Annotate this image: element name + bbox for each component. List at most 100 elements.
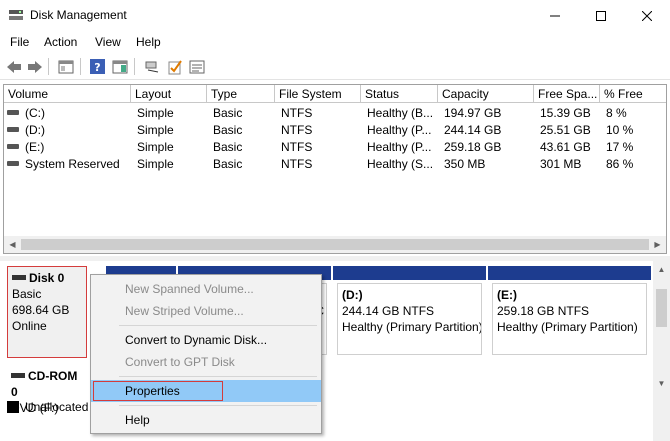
layout-cell: Simple (137, 106, 174, 120)
column-header-type[interactable]: Type (207, 85, 275, 103)
connect-button[interactable] (143, 58, 160, 75)
menu-item-help[interactable]: Help (91, 409, 321, 431)
status-cell: Healthy (S... (367, 157, 434, 171)
unallocated-label: Unallocated (25, 400, 89, 414)
legend-unallocated: Unallocated (7, 400, 88, 414)
disk-size: 698.64 GB (12, 303, 70, 317)
scrollbar-thumb[interactable] (21, 239, 649, 250)
status-cell: Healthy (P... (367, 140, 432, 154)
disk-management-icon (9, 10, 23, 20)
type-cell: Basic (213, 140, 243, 154)
horizontal-scrollbar[interactable]: ◀ ▶ (4, 236, 666, 253)
column-header-status[interactable]: Status (361, 85, 438, 103)
close-button[interactable] (624, 0, 670, 31)
table-row[interactable]: System Reserved Simple Basic NTFS Health… (4, 156, 666, 173)
partition-e-body: (E:) 259.18 GB NTFS Healthy (Primary Par… (492, 283, 647, 355)
back-button[interactable] (5, 58, 22, 75)
console-tree-icon (58, 60, 73, 73)
menu-file[interactable]: File (10, 35, 29, 49)
type-cell: Basic (213, 106, 243, 120)
layout-cell: Simple (137, 140, 174, 154)
toolbar: ? (0, 53, 670, 80)
column-header-free-space[interactable]: Free Spa... (534, 85, 600, 103)
disk-type: Basic (12, 287, 42, 301)
menu-separator (119, 376, 317, 377)
partition-d[interactable]: (D:) 244.14 GB NTFS Healthy (Primary Par… (333, 266, 486, 358)
toolbar-separator (134, 58, 135, 75)
column-header-volume[interactable]: Volume (4, 85, 131, 103)
table-row[interactable]: (E:) Simple Basic NTFS Healthy (P... 259… (4, 139, 666, 156)
menu-item-properties[interactable]: Properties (91, 380, 321, 402)
table-row[interactable]: (D:) Simple Basic NTFS Healthy (P... 244… (4, 122, 666, 139)
back-arrow-icon (6, 60, 21, 73)
partition-e[interactable]: (E:) 259.18 GB NTFS Healthy (Primary Par… (488, 266, 651, 358)
properties-icon (189, 60, 204, 73)
drive-icon (7, 161, 19, 167)
title-bar: Disk Management (0, 0, 670, 31)
svg-text:?: ? (94, 61, 100, 74)
scroll-up-icon[interactable]: ▲ (653, 261, 670, 278)
toolbar-separator (48, 58, 49, 75)
drive-icon (7, 110, 19, 116)
free-space-cell: 15.39 GB (540, 106, 591, 120)
type-cell: Basic (213, 123, 243, 137)
disk-icon (12, 274, 26, 280)
column-header-file-system[interactable]: File System (275, 85, 361, 103)
capacity-cell: 194.97 GB (444, 106, 502, 120)
partition-name: (E:) (497, 288, 517, 302)
window-title: Disk Management (30, 8, 127, 22)
maximize-icon (596, 10, 606, 21)
minimize-button[interactable] (532, 0, 578, 31)
menu-separator (119, 405, 317, 406)
percent-free-cell: 10 % (606, 123, 634, 137)
partition-status: Healthy (Primary Partition) (342, 320, 482, 334)
table-row[interactable]: (C:) Simple Basic NTFS Healthy (B... 194… (4, 105, 666, 122)
pane-icon (112, 60, 127, 73)
partition-bar (488, 266, 651, 280)
column-header-percent-free[interactable]: % Free (600, 85, 666, 103)
help-button[interactable]: ? (89, 58, 106, 75)
layout-cell: Simple (137, 157, 174, 171)
maximize-button[interactable] (578, 0, 624, 31)
volume-cell: (C:) (7, 105, 131, 122)
menu-view[interactable]: View (95, 35, 121, 49)
properties-toolbar-button[interactable] (188, 58, 205, 75)
menu-help[interactable]: Help (136, 35, 161, 49)
unallocated-swatch (7, 401, 19, 413)
partition-name: (D:) (342, 288, 363, 302)
free-space-cell: 301 MB (540, 157, 582, 171)
scroll-left-icon[interactable]: ◀ (4, 236, 21, 253)
menu-action[interactable]: Action (44, 35, 77, 49)
menu-item-new-striped-volume[interactable]: New Striped Volume... (91, 300, 321, 322)
status-cell: Healthy (B... (367, 106, 434, 120)
free-space-cell: 25.51 GB (540, 123, 591, 137)
menu-item-convert-to-dynamic-disk[interactable]: Convert to Dynamic Disk... (91, 329, 321, 351)
column-header-capacity[interactable]: Capacity (438, 85, 534, 103)
volume-list-header: Volume Layout Type File System Status Ca… (4, 85, 666, 103)
capacity-cell: 244.14 GB (444, 123, 502, 137)
status-cell: Healthy (P... (367, 123, 432, 137)
disk-status: Online (12, 319, 47, 333)
file-system-cell: NTFS (281, 106, 313, 120)
scrollbar-thumb[interactable] (656, 289, 667, 327)
forward-arrow-icon (27, 60, 42, 73)
column-header-layout[interactable]: Layout (131, 85, 207, 103)
drive-icon (7, 144, 19, 150)
menu-item-convert-to-gpt-disk[interactable]: Convert to GPT Disk (91, 351, 321, 373)
volume-cell: (D:) (7, 122, 131, 139)
menu-item-new-spanned-volume[interactable]: New Spanned Volume... (91, 278, 321, 300)
show-hide-pane-button[interactable] (111, 58, 128, 75)
volume-cell: (E:) (7, 139, 131, 156)
disk-context-menu: New Spanned Volume... New Striped Volume… (90, 274, 322, 434)
free-space-cell: 43.61 GB (540, 140, 591, 154)
check-button[interactable] (166, 58, 183, 75)
capacity-cell: 259.18 GB (444, 140, 502, 154)
forward-button[interactable] (26, 58, 43, 75)
menu-bar: File Action View Help (0, 31, 670, 53)
console-tree-button[interactable] (57, 58, 74, 75)
scroll-down-icon[interactable]: ▼ (653, 375, 670, 392)
vertical-scrollbar[interactable]: ▲ ▼ (653, 261, 670, 441)
disk-0-label[interactable]: Disk 0 Basic 698.64 GB Online (7, 266, 87, 358)
scroll-right-icon[interactable]: ▶ (649, 236, 666, 253)
percent-free-cell: 8 % (606, 106, 627, 120)
